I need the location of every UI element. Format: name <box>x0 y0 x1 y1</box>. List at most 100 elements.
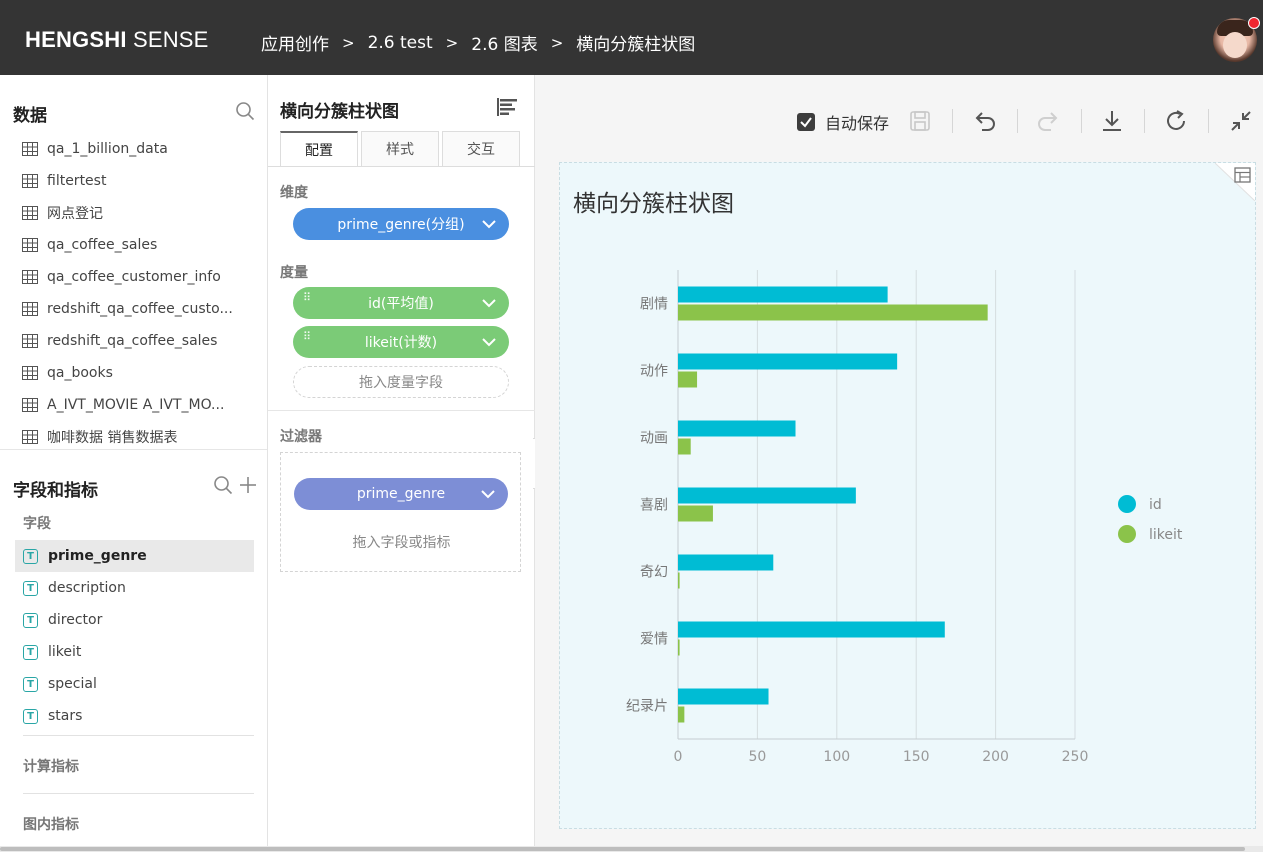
breadcrumb-item-app-create[interactable]: 应用创作 <box>261 30 329 55</box>
tab-config[interactable]: 配置 <box>280 131 358 166</box>
save-icon[interactable] <box>907 108 933 134</box>
redo-icon[interactable] <box>1035 108 1061 134</box>
field-item-likeit[interactable]: Tlikeit <box>15 636 254 668</box>
text-type-icon: T <box>23 676 38 692</box>
table-item[interactable]: qa_books <box>22 357 254 389</box>
table-item[interactable]: 网点登记 <box>22 197 254 229</box>
tabs-underline <box>268 166 535 167</box>
field-list: Tprime_genre Tdescription Tdirector Tlik… <box>15 540 254 732</box>
breadcrumb-separator: > <box>342 33 355 52</box>
bar-likeit <box>678 304 988 321</box>
measure-pill-id[interactable]: ⠿ id(平均值) <box>293 287 509 319</box>
drag-handle-icon[interactable]: ⠿ <box>303 331 312 342</box>
field-item-prime-genre[interactable]: Tprime_genre <box>15 540 254 572</box>
brand-logo[interactable]: HENGSHI SENSE <box>25 27 209 53</box>
field-name: special <box>48 676 97 692</box>
text-type-icon: T <box>23 580 38 596</box>
dimension-pill[interactable]: prime_genre(分组) <box>293 208 509 240</box>
breadcrumb-item-chart: 横向分簇柱状图 <box>576 35 696 55</box>
table-item[interactable]: qa_coffee_customer_info <box>22 261 254 293</box>
filter-pill-label: prime_genre <box>356 486 446 502</box>
table-item[interactable]: qa_1_billion_data <box>22 133 254 165</box>
table-icon <box>22 334 38 348</box>
chevron-down-icon[interactable] <box>480 486 496 502</box>
field-item-special[interactable]: Tspecial <box>15 668 254 700</box>
breadcrumb-item-dashboard[interactable]: 2.6 图表 <box>471 30 537 55</box>
bar-likeit <box>678 371 698 388</box>
breadcrumb-item-app[interactable]: 2.6 test <box>368 33 433 53</box>
table-item[interactable]: redshift_qa_coffee_sales <box>22 325 254 357</box>
search-icon[interactable] <box>235 101 255 121</box>
notification-dot <box>1248 17 1260 29</box>
table-name: qa_coffee_sales <box>47 237 158 253</box>
toolbar-separator <box>1208 109 1209 133</box>
chevron-down-icon[interactable] <box>481 334 497 350</box>
breadcrumb-separator: > <box>445 33 459 52</box>
table-name: A_IVT_MOVIE A_IVT_MO... <box>47 397 225 413</box>
field-item-stars[interactable]: Tstars <box>15 700 254 732</box>
dimension-label: 维度 <box>280 185 308 201</box>
undo-icon[interactable] <box>972 108 998 134</box>
table-list: qa_1_billion_data filtertest 网点登记 qa_cof… <box>22 133 254 453</box>
calc-metrics-label[interactable]: 计算指标 <box>23 756 79 776</box>
measure-pill-likeit[interactable]: ⠿ likeit(计数) <box>293 326 509 358</box>
table-icon <box>22 238 38 252</box>
download-icon[interactable] <box>1099 108 1125 134</box>
field-name: likeit <box>48 644 82 660</box>
bar-id <box>678 688 769 705</box>
table-item[interactable]: redshift_qa_coffee_custo... <box>22 293 254 325</box>
chart-type-icon[interactable] <box>497 98 518 116</box>
check-icon <box>800 117 812 128</box>
table-name: filtertest <box>47 173 107 189</box>
measure-drop-zone[interactable]: 拖入度量字段 <box>293 366 509 398</box>
table-icon <box>22 398 38 412</box>
text-type-icon: T <box>23 708 38 724</box>
chart-canvas[interactable]: 横向分簇柱状图 0 50 100 150 200 250 剧情 动作 动画 喜剧 奇幻 爱情 纪录片 id… <box>559 162 1256 829</box>
bar-id <box>678 353 898 370</box>
field-item-description[interactable]: Tdescription <box>15 572 254 604</box>
refresh-icon[interactable] <box>1163 108 1189 134</box>
main-area: 自动保存 横向分簇柱状图 0 50 100 150 200 250 剧情 动作 … <box>535 75 1263 852</box>
field-name: stars <box>48 708 83 724</box>
autosave-checkbox[interactable] <box>797 113 815 131</box>
chevron-down-icon[interactable] <box>481 216 497 232</box>
chevron-down-icon[interactable] <box>481 295 497 311</box>
add-icon[interactable] <box>238 475 258 495</box>
bar-id <box>678 554 774 571</box>
field-item-director[interactable]: Tdirector <box>15 604 254 636</box>
toolbar: 自动保存 <box>535 103 1263 139</box>
field-name: prime_genre <box>48 548 147 564</box>
data-section-title: 数据 <box>13 106 47 126</box>
legend-marker <box>1118 495 1136 513</box>
exit-fullscreen-icon[interactable] <box>1228 108 1254 134</box>
field-name: director <box>48 612 103 628</box>
bar-likeit <box>678 438 691 455</box>
autosave-label: 自动保存 <box>825 114 890 133</box>
tab-style[interactable]: 样式 <box>361 131 439 166</box>
filter-pill[interactable]: prime_genre <box>294 478 508 510</box>
y-category-label: 剧情 <box>640 297 668 313</box>
bar-id <box>678 487 856 504</box>
x-tick-label: 100 <box>823 749 850 765</box>
horizontal-scrollbar[interactable] <box>0 846 1263 852</box>
measure-pill-label: likeit(计数) <box>364 335 438 351</box>
table-name: qa_books <box>47 365 113 381</box>
x-tick-label: 250 <box>1062 749 1089 765</box>
bar-id <box>678 286 888 303</box>
inner-metrics-label[interactable]: 图内指标 <box>23 814 79 834</box>
table-item[interactable]: A_IVT_MOVIE A_IVT_MO... <box>22 389 254 421</box>
table-item[interactable]: qa_coffee_sales <box>22 229 254 261</box>
search-icon[interactable] <box>213 475 233 495</box>
filter-drop-zone[interactable]: prime_genre 拖入字段或指标 <box>280 452 521 572</box>
text-type-icon: T <box>23 612 38 628</box>
scrollbar-thumb[interactable] <box>0 847 1245 851</box>
text-type-icon: T <box>23 644 38 660</box>
tab-interaction[interactable]: 交互 <box>442 131 520 166</box>
table-item[interactable]: filtertest <box>22 165 254 197</box>
y-category-label: 爱情 <box>640 632 668 648</box>
x-tick-label: 150 <box>903 749 930 765</box>
bar-chart[interactable]: 0 50 100 150 200 250 剧情动作动画喜剧奇幻爱情纪录片 id likeit <box>560 163 1257 830</box>
data-panel: 数据 qa_1_billion_data filtertest 网点登记 qa_… <box>0 75 268 852</box>
autosave-toggle[interactable]: 自动保存 <box>797 110 889 134</box>
drag-handle-icon[interactable]: ⠿ <box>303 292 312 303</box>
